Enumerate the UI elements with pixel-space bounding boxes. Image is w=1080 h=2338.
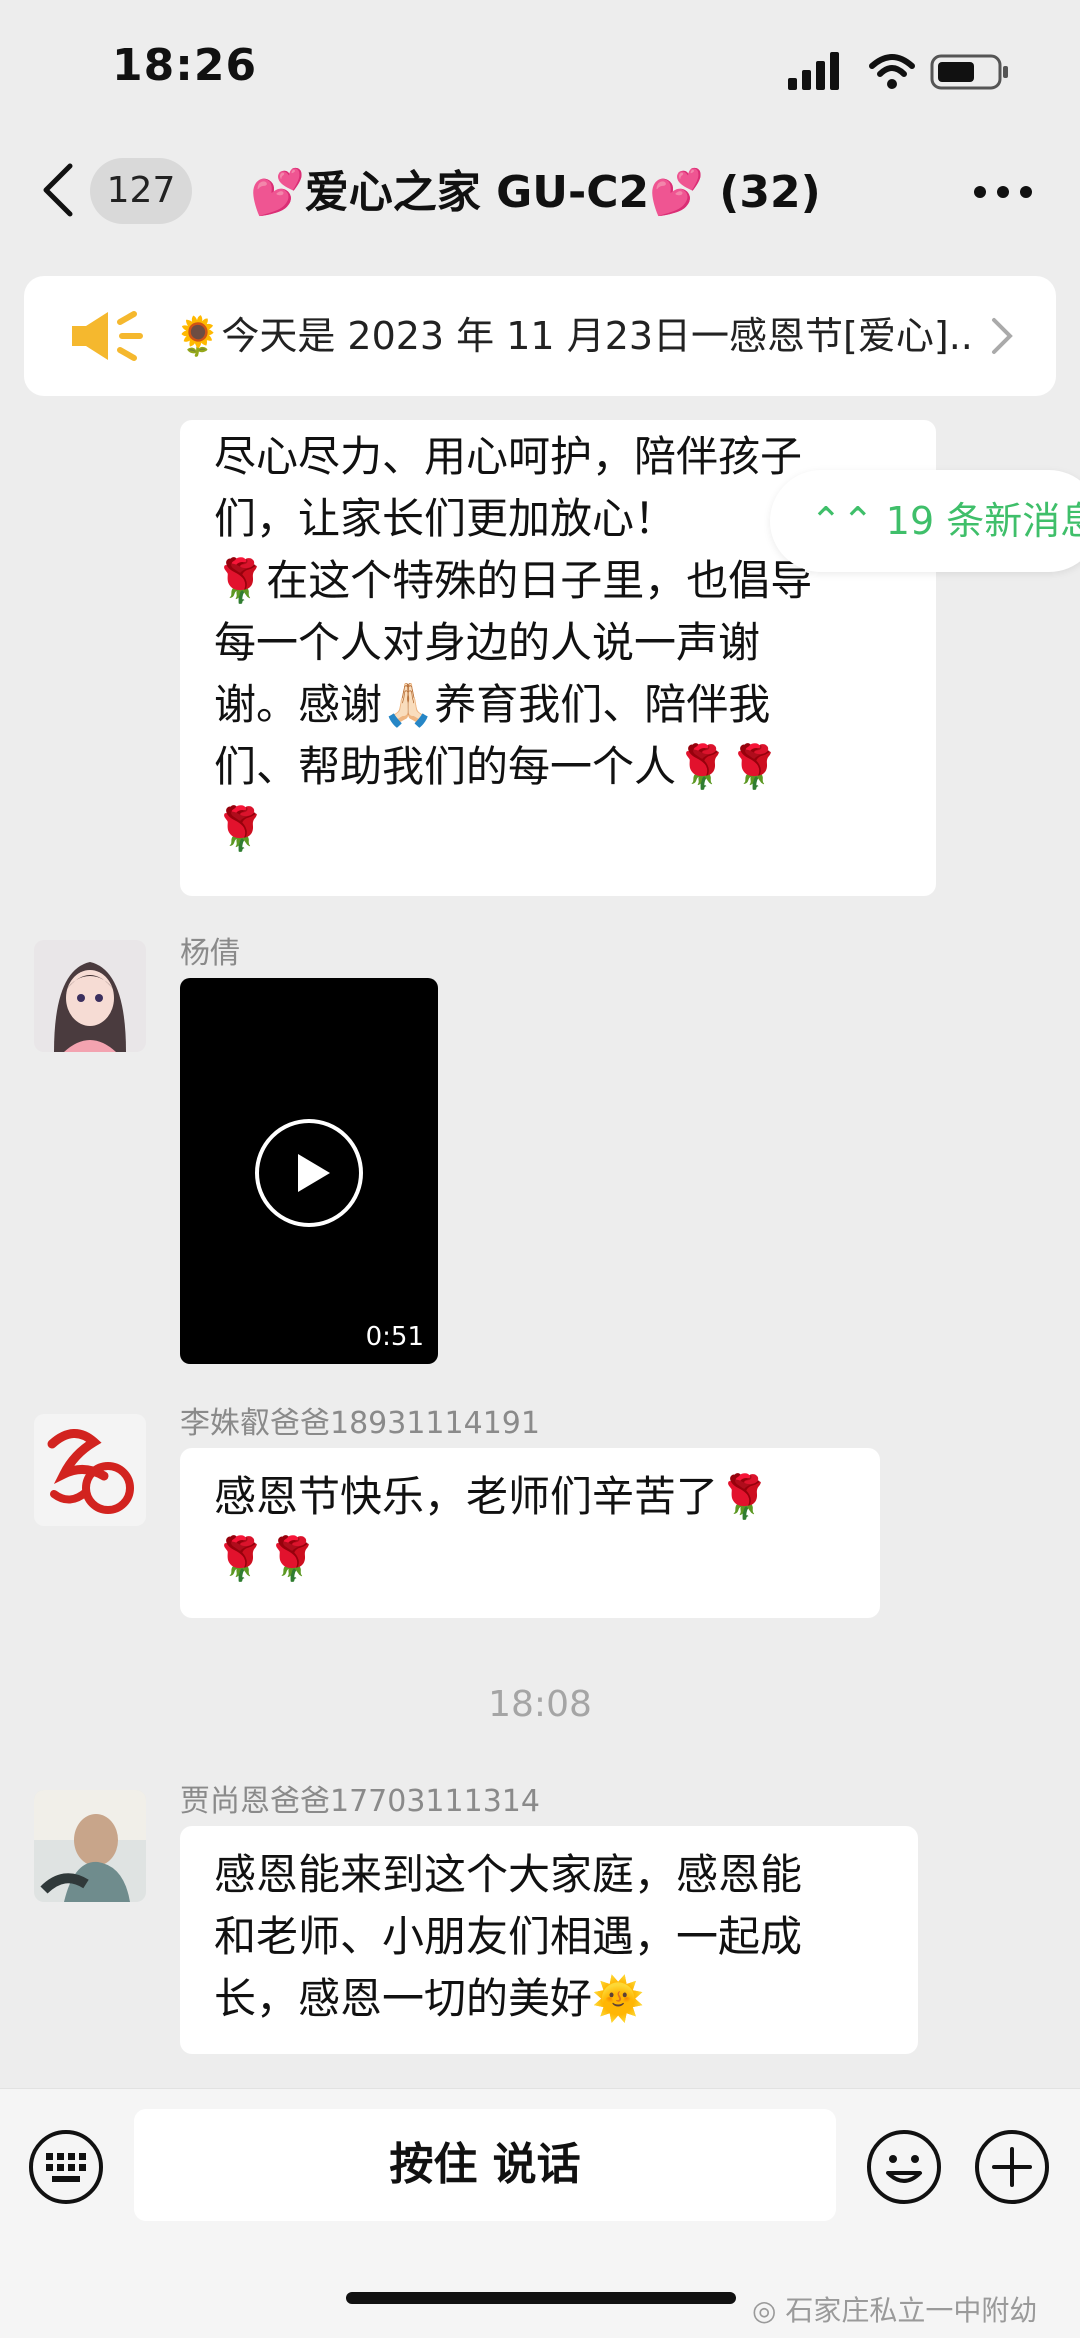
message-line: 和老师、小朋友们相遇，一起成 [214, 1912, 803, 1961]
message-line: 们、帮助我们的每一个人🌹🌹 [214, 742, 781, 791]
status-time: 18:26 [112, 40, 258, 91]
new-messages-button[interactable]: ⌃⌃ 19 条新消息 [770, 470, 1080, 572]
wifi-icon [869, 54, 915, 89]
message-line: 感恩节快乐，老师们辛苦了🌹 [214, 1472, 771, 1521]
watermark: ◎ 石家庄私立一中附幼 [752, 2289, 1037, 2329]
chat-title: 💕爱心之家 GU-C2💕 (32) [250, 160, 830, 226]
sender-name: 杨倩 [180, 936, 240, 971]
chevron-right-icon [992, 318, 1013, 354]
wechat-icon: ◎ [752, 2294, 786, 2327]
message-bubble[interactable]: 感恩节快乐，老师们辛苦了🌹 🌹🌹 [180, 1448, 880, 1618]
avatar-calligraphy-logo [34, 1414, 146, 1526]
sender-name: 贾尚恩爸爸17703111314 [180, 1784, 540, 1819]
message-bubble[interactable]: 感恩能来到这个大家庭，感恩能 和老师、小朋友们相遇，一起成 长，感恩一切的美好🌞 [180, 1826, 918, 2054]
hold-to-talk-button[interactable]: 按住 说话 [134, 2109, 836, 2221]
video-message[interactable]: 0:51 [180, 978, 438, 1364]
double-chevron-up-icon: ⌃⌃ [810, 499, 886, 543]
battery-icon [930, 54, 1008, 90]
message-line: 每一个人对身边的人说一声谢 [214, 618, 761, 667]
avatar[interactable] [34, 940, 146, 1052]
announcement-text: 🌻今天是 2023 年 11 月23日一感恩节[爱心]... [174, 314, 974, 358]
video-duration: 0:51 [365, 1322, 424, 1352]
avatar[interactable] [34, 1790, 146, 1902]
unread-count-badge[interactable]: 127 [90, 158, 192, 224]
home-indicator[interactable] [346, 2292, 736, 2304]
message-line: 🌹 [214, 804, 267, 853]
pinned-announcement[interactable]: 🌻今天是 2023 年 11 月23日一感恩节[爱心]... [24, 276, 1056, 396]
back-chevron-icon[interactable] [40, 162, 76, 218]
member-count: (32) [719, 167, 821, 218]
avatar-photo [34, 1790, 146, 1902]
message-line: 感恩能来到这个大家庭，感恩能 [214, 1850, 803, 1899]
more-options-icon[interactable] [972, 182, 1034, 202]
avatar[interactable] [34, 1414, 146, 1526]
plus-icon[interactable] [974, 2129, 1050, 2205]
message-line: 谢。感谢🙏🏻养育我们、陪伴我 [214, 680, 771, 729]
emoji-icon[interactable] [866, 2129, 942, 2205]
sender-name: 李姝叡爸爸18931114191 [180, 1406, 540, 1441]
speaker-icon [72, 311, 143, 361]
time-separator: 18:08 [488, 1684, 592, 1725]
chat-title-text: 爱心之家 GU-C2 [304, 167, 650, 218]
message-line: 长，感恩一切的美好🌞 [214, 1974, 645, 2023]
new-messages-label: 19 条新消息 [885, 499, 1080, 543]
play-icon [255, 1119, 363, 1227]
heart-icon: 💕 [250, 167, 305, 218]
watermark-text: 石家庄私立一中附幼 [785, 2294, 1038, 2327]
heart-icon: 💕 [649, 167, 704, 218]
cellular-signal-icon [788, 52, 839, 90]
keyboard-icon[interactable] [28, 2129, 104, 2205]
avatar-girl-illustration [34, 940, 146, 1052]
message-line: 🌹🌹 [214, 1534, 319, 1583]
